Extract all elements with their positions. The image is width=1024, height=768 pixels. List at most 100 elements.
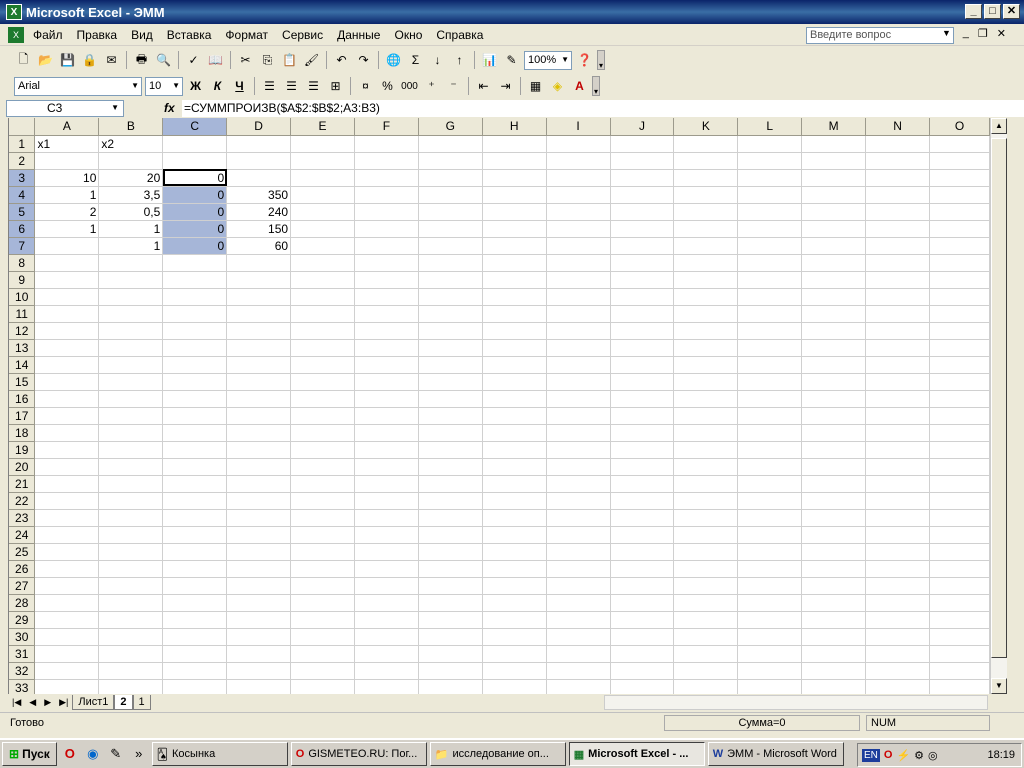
cell-h21[interactable] [482,475,547,493]
cell-c18[interactable] [162,424,228,442]
cell-a26[interactable] [34,560,100,578]
cell-g31[interactable] [418,645,483,663]
cell-h20[interactable] [482,458,547,476]
cell-f12[interactable] [354,322,419,340]
cell-k31[interactable] [673,645,739,663]
cell-o14[interactable] [929,356,991,374]
cell-h19[interactable] [482,441,547,459]
toolbar-options-icon[interactable]: ▾ [597,50,605,70]
chevron-down-icon[interactable]: ▼ [111,103,119,112]
cell-d28[interactable] [226,594,292,612]
fill-color-icon[interactable]: ◈ [548,77,567,96]
cell-a25[interactable] [34,543,100,561]
cell-f3[interactable] [354,169,419,187]
cell-g32[interactable] [418,662,483,680]
cell-a20[interactable] [34,458,100,476]
cell-l8[interactable] [737,254,803,272]
cell-e4[interactable] [290,186,355,204]
cell-j4[interactable] [610,186,675,204]
cell-i20[interactable] [546,458,611,476]
menu-file[interactable]: Файл [26,28,70,42]
cell-h5[interactable] [482,203,547,221]
cell-f23[interactable] [354,509,419,527]
name-box[interactable]: C3 ▼ [6,99,124,117]
cell-a1[interactable]: x1 [34,135,100,153]
cell-e21[interactable] [290,475,355,493]
cell-g8[interactable] [418,254,483,272]
cell-f21[interactable] [354,475,419,493]
cell-l19[interactable] [737,441,803,459]
cell-f10[interactable] [354,288,419,306]
row-header[interactable]: 30 [9,628,36,646]
ask-dropdown-icon[interactable]: ▼ [942,28,951,38]
cell-d18[interactable] [226,424,292,442]
cell-d4[interactable]: 350 [226,186,292,204]
workbook-icon[interactable]: X [8,26,24,43]
cell-k15[interactable] [673,373,739,391]
font-select[interactable]: Arial ▼ [14,76,142,96]
cell-a10[interactable] [34,288,100,306]
cell-c4[interactable]: 0 [162,186,228,204]
column-header[interactable]: E [290,118,355,136]
cell-i3[interactable] [546,169,611,187]
cell-h2[interactable] [482,152,547,170]
cell-i15[interactable] [546,373,611,391]
cell-k12[interactable] [673,322,739,340]
font-color-icon[interactable]: A [570,77,589,96]
cell-k27[interactable] [673,577,739,595]
cell-a5[interactable]: 2 [34,203,100,221]
cell-f29[interactable] [354,611,419,629]
cell-b21[interactable] [98,475,164,493]
cell-a19[interactable] [34,441,100,459]
volume-icon[interactable]: ◎ [928,749,938,762]
cell-f31[interactable] [354,645,419,663]
cell-g16[interactable] [418,390,483,408]
cell-n25[interactable] [865,543,930,561]
cell-d17[interactable] [226,407,292,425]
cell-m9[interactable] [801,271,867,289]
cell-m13[interactable] [801,339,867,357]
cell-k18[interactable] [673,424,739,442]
cell-j29[interactable] [610,611,675,629]
cell-m25[interactable] [801,543,867,561]
cell-b17[interactable] [98,407,164,425]
row-header[interactable]: 26 [9,560,36,578]
cell-n32[interactable] [865,662,930,680]
cell-k25[interactable] [673,543,739,561]
cell-o9[interactable] [929,271,991,289]
vertical-scrollbar[interactable]: ▲ ▼ [990,118,1007,694]
cell-b20[interactable] [98,458,164,476]
cell-c19[interactable] [162,441,228,459]
cell-c15[interactable] [162,373,228,391]
print-icon[interactable]: 🖶 [132,51,151,70]
cell-b19[interactable] [98,441,164,459]
cell-n31[interactable] [865,645,930,663]
cell-l21[interactable] [737,475,803,493]
cell-o5[interactable] [929,203,991,221]
column-header[interactable]: M [801,118,867,136]
cell-o11[interactable] [929,305,991,323]
cell-k14[interactable] [673,356,739,374]
network-icon[interactable]: ⚡ [896,749,910,762]
cell-g1[interactable] [418,135,483,153]
cell-n28[interactable] [865,594,930,612]
cell-a16[interactable] [34,390,100,408]
cell-f9[interactable] [354,271,419,289]
cell-f17[interactable] [354,407,419,425]
cell-n10[interactable] [865,288,930,306]
cell-o16[interactable] [929,390,991,408]
cell-f20[interactable] [354,458,419,476]
cell-j6[interactable] [610,220,675,238]
cell-l6[interactable] [737,220,803,238]
cell-e28[interactable] [290,594,355,612]
email-icon[interactable]: ✉ [102,51,121,70]
row-header[interactable]: 22 [9,492,36,510]
cell-b2[interactable] [98,152,164,170]
cell-m24[interactable] [801,526,867,544]
cell-h27[interactable] [482,577,547,595]
cell-f13[interactable] [354,339,419,357]
cell-a18[interactable] [34,424,100,442]
cell-a9[interactable] [34,271,100,289]
cell-k20[interactable] [673,458,739,476]
cell-e9[interactable] [290,271,355,289]
